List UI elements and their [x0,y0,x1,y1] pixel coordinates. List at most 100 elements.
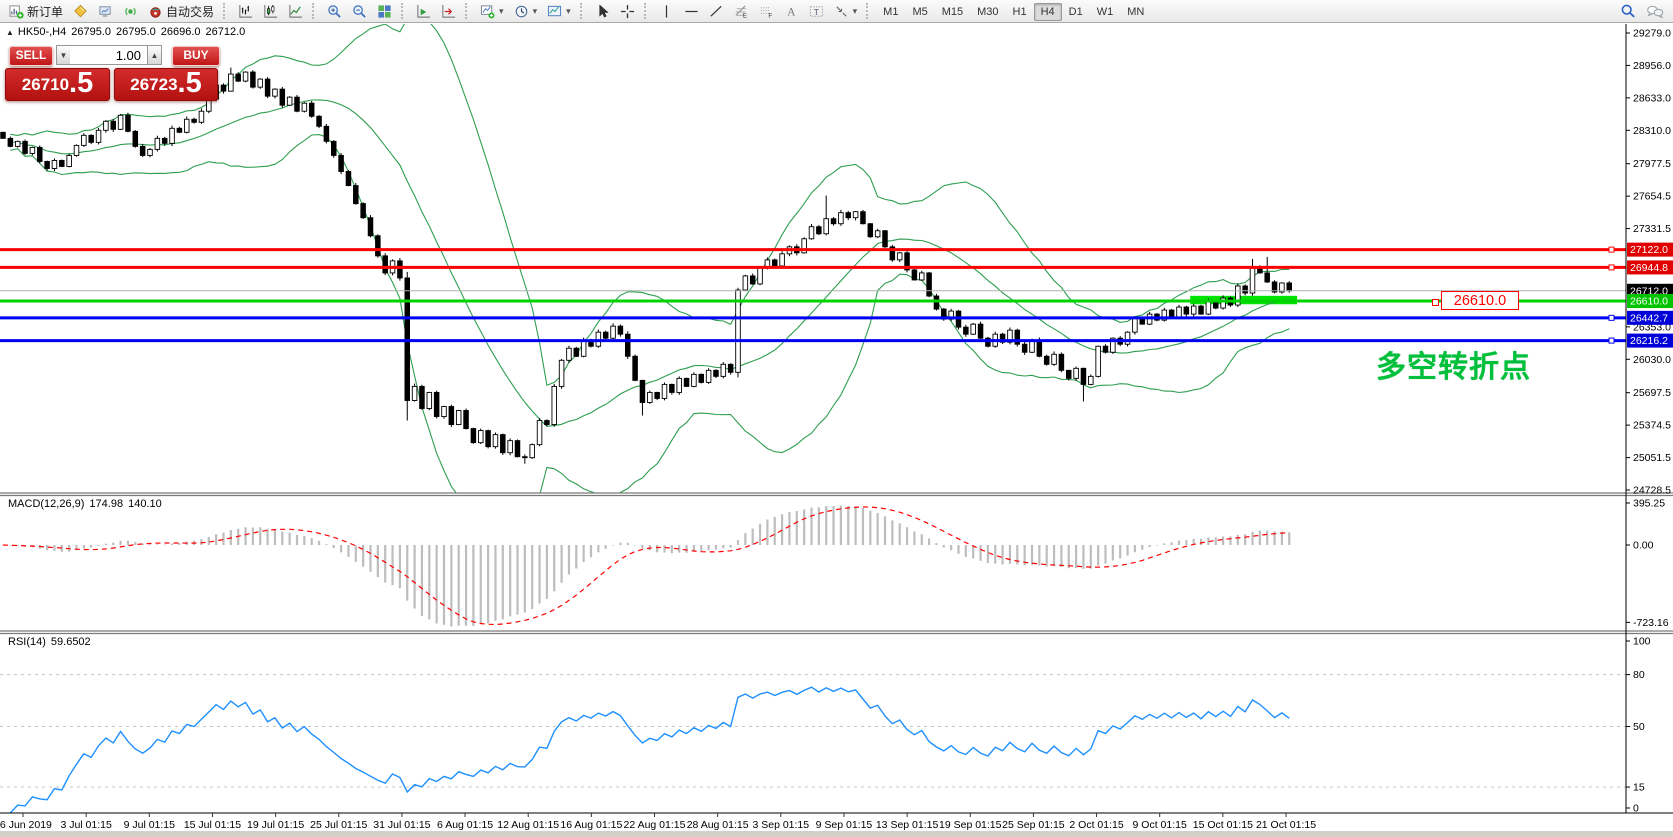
crosshair-button[interactable] [615,0,640,22]
svg-text:3 Jul 01:15: 3 Jul 01:15 [60,819,112,831]
fibonacci-button[interactable]: E [729,0,754,22]
zoom-out-button[interactable] [347,0,372,22]
buy-price-display[interactable]: 26723.5 [114,68,218,101]
horizontal-line-button[interactable] [679,0,704,22]
candlestick-chart-button[interactable] [258,0,283,22]
svg-text:22 Aug 01:15: 22 Aug 01:15 [624,819,686,831]
buy-button[interactable]: BUY [172,46,220,66]
market-watch-button[interactable] [93,0,118,22]
collapse-arrow-icon[interactable]: ▲ [6,28,14,37]
volume-increase-button[interactable]: ▲ [147,45,162,65]
timeframe-bar: M1M5M15M30H1H4D1W1MN [876,2,1151,20]
signals-icon [123,4,138,19]
svg-text:29279.0: 29279.0 [1633,28,1671,40]
trade-controls-row: SELL ▼ ▲ BUY [5,44,218,66]
price-annotation-label[interactable]: 26610.0 [1441,291,1519,310]
annotation-handle-icon[interactable] [1432,299,1439,306]
bar-chart-button[interactable] [233,0,258,22]
svg-text:26610.0: 26610.0 [1630,296,1668,308]
cursor-button[interactable] [590,0,615,22]
search-button[interactable] [1615,0,1641,22]
hline-handle-icon[interactable] [1609,315,1614,320]
quotes-tag-icon [73,4,88,19]
tab-timeframe-d1[interactable]: D1 [1062,3,1090,21]
macd-name: MACD(12,26,9) [8,498,84,510]
horizontal-line-icon [684,4,699,19]
svg-text:6 Aug 01:15: 6 Aug 01:15 [437,819,493,831]
vertical-line-button[interactable] [654,0,679,22]
chart-area[interactable]: 29279.028956.028633.028310.027977.527654… [0,0,1673,837]
svg-text:15 Oct 01:15: 15 Oct 01:15 [1193,819,1253,831]
new-order-button[interactable]: 新订单 [4,0,68,22]
zoom-in-icon [327,4,342,19]
indicators-button[interactable]: ▾ [475,0,509,22]
dropdown-arrow-icon: ▾ [566,6,571,17]
tab-timeframe-m30[interactable]: M30 [970,3,1005,21]
tab-timeframe-m1[interactable]: M1 [876,3,905,21]
text-button[interactable]: A [779,0,804,22]
tile-windows-button[interactable] [372,0,397,22]
trend-line-button[interactable] [704,0,729,22]
macd-indicator-label: MACD(12,26,9)174.98140.10 [8,498,167,510]
volume-input[interactable] [70,45,147,65]
new-order-icon [9,4,24,19]
svg-text:26442.7: 26442.7 [1630,312,1668,324]
fibonacci-icon: E [734,4,749,19]
toolbar-right-group [1615,0,1669,22]
toolbar-separator [465,3,471,19]
text-label-button[interactable]: T [804,0,829,22]
svg-text:9 Jul 01:15: 9 Jul 01:15 [124,819,176,831]
templates-button[interactable]: ▾ [542,0,576,22]
svg-text:9 Sep 01:15: 9 Sep 01:15 [816,819,873,831]
dropdown-arrow-icon: ▾ [499,6,504,17]
text-label-icon: T [809,4,824,19]
buy-price-main: 26723 [130,72,177,98]
tab-timeframe-m15[interactable]: M15 [935,3,970,21]
rsi-name: RSI(14) [8,636,46,648]
main-toolbar: 新订单 自动交易 [0,0,1673,23]
rsi-indicator-label: RSI(14) 59.6502 [8,636,96,648]
arrows-button[interactable]: ▾ [829,0,863,22]
tab-timeframe-m5[interactable]: M5 [905,3,934,21]
chinese-note-text[interactable]: 多空转折点 [1376,342,1531,386]
chart-shift-button[interactable] [436,0,461,22]
svg-text:26216.2: 26216.2 [1630,335,1668,347]
rsi-value: 59.6502 [51,636,91,648]
tab-timeframe-h1[interactable]: H1 [1006,3,1034,21]
line-chart-button[interactable] [283,0,308,22]
svg-text:27122.0: 27122.0 [1630,244,1668,256]
zoom-in-button[interactable] [322,0,347,22]
svg-text:25697.5: 25697.5 [1633,387,1671,399]
auto-scroll-icon [416,4,431,19]
line-chart-icon [288,4,303,19]
open-value: 26795.0 [71,26,111,38]
buy-price-frac: .5 [178,69,202,98]
toolbar-separator [644,3,650,19]
quotes-button[interactable] [68,0,93,22]
hline-handle-icon[interactable] [1609,265,1614,270]
search-icon [1620,3,1636,19]
macd-main-value: 174.98 [89,498,123,510]
periods-button[interactable]: ▾ [509,0,543,22]
svg-text:0.00: 0.00 [1633,540,1654,552]
volume-decrease-button[interactable]: ▼ [56,45,71,65]
chat-button[interactable] [1641,0,1669,22]
sell-button[interactable]: SELL [9,46,53,66]
svg-text:T: T [813,6,818,16]
tab-timeframe-w1[interactable]: W1 [1090,3,1121,21]
dropdown-arrow-icon: ▾ [853,6,858,17]
hline-handle-icon[interactable] [1609,247,1614,252]
price-axis-labels: 29279.028956.028633.028310.027977.527654… [1626,28,1673,497]
svg-text:26 Jun 2019: 26 Jun 2019 [0,819,52,831]
tab-timeframe-h4[interactable]: H4 [1034,3,1062,21]
signals-button[interactable] [118,0,143,22]
auto-trading-button[interactable]: 自动交易 [143,0,219,22]
tab-timeframe-mn[interactable]: MN [1120,3,1151,21]
chart-shift-icon [441,4,456,19]
sell-price-display[interactable]: 26710.5 [5,68,110,101]
auto-scroll-button[interactable] [411,0,436,22]
hline-handle-icon[interactable] [1609,338,1614,343]
channel-button[interactable]: F [754,0,779,22]
tile-windows-icon [377,4,392,19]
svg-text:21 Oct 01:15: 21 Oct 01:15 [1256,819,1316,831]
